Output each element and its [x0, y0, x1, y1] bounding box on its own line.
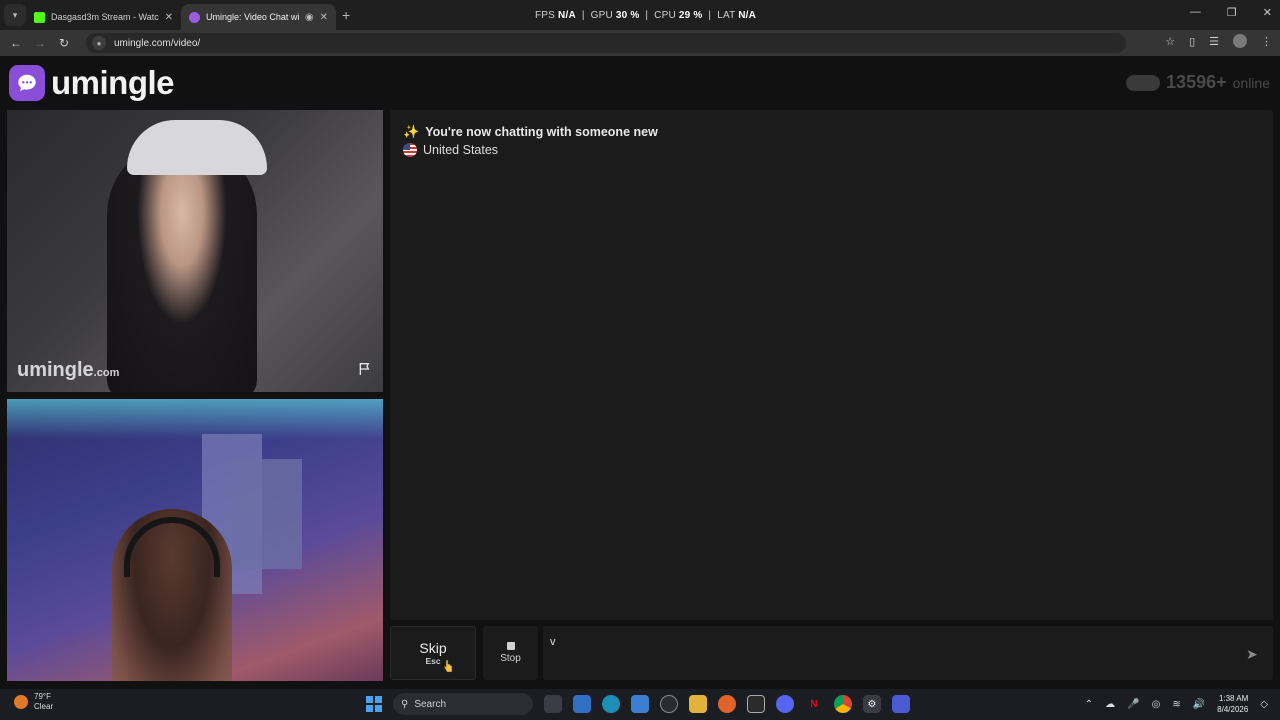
new-tab-button[interactable]: + [342, 7, 350, 23]
address-bar-row: ← → ↻ ● umingle.com/video/ ☆ ▯ ☰ ⋮ [0, 30, 1280, 56]
stranger-person-shape [107, 140, 257, 392]
discord-icon[interactable] [776, 695, 794, 713]
maximize-icon[interactable]: ❐ [1227, 6, 1237, 19]
kick-favicon-icon [34, 11, 45, 23]
us-flag-icon [403, 143, 417, 157]
minimize-icon[interactable]: — [1190, 6, 1201, 19]
media-controls-icon[interactable]: ☰ [1209, 35, 1219, 48]
chat-bubble-icon [9, 65, 45, 101]
umingle-favicon-icon [189, 11, 200, 23]
taskbar-search[interactable]: ⚲ Search [393, 693, 533, 715]
reload-icon[interactable]: ↻ [52, 36, 76, 50]
stranger-video: umingle.com [7, 110, 383, 392]
back-arrow-icon[interactable]: ← [4, 36, 28, 50]
browser-menu-icon[interactable]: ⋮ [1261, 35, 1272, 48]
stop-button[interactable]: Stop [483, 626, 538, 680]
skip-label: Skip [419, 640, 447, 656]
sparkle-icon: ✨ [403, 124, 420, 139]
profile-avatar[interactable] [1233, 34, 1247, 48]
system-tray: ⌃ ☁ 🎤 ◎ ≋ 🔊 1:38 AM 8/4/2026 ◇ [1085, 693, 1268, 715]
skip-shortcut-key: Esc [425, 656, 441, 666]
system-clock[interactable]: 1:38 AM 8/4/2026 [1217, 693, 1248, 715]
logo-text: umingle [51, 64, 175, 101]
settings-gear-icon[interactable]: ⚙ [863, 695, 881, 713]
firefox-icon[interactable] [718, 695, 736, 713]
wifi-icon[interactable]: ≋ [1172, 699, 1180, 710]
online-counter: 13596+ online [1126, 72, 1270, 93]
chat-status-message: ✨ You're now chatting with someone new [403, 124, 658, 139]
volume-icon[interactable]: 🔊 [1193, 699, 1205, 710]
extensions-icon[interactable]: ▯ [1189, 35, 1195, 48]
performance-overlay: FPS N/A | GPU 30 % | CPU 29 % | LAT N/A [535, 10, 757, 21]
send-icon[interactable]: ➤ [1246, 646, 1258, 663]
theme-toggle[interactable] [1126, 74, 1161, 91]
notifications-icon[interactable]: ◇ [1260, 699, 1268, 710]
netflix-icon[interactable]: N [805, 695, 823, 713]
edge-browser-icon[interactable] [602, 695, 620, 713]
epic-games-icon[interactable] [747, 695, 765, 713]
background-poster-shape [232, 459, 302, 569]
skip-button[interactable]: Skip Esc [390, 626, 476, 680]
weather-condition: Clear [34, 702, 54, 711]
microphone-icon[interactable]: 🎤 [1127, 699, 1139, 710]
stop-label: Stop [500, 653, 521, 664]
chat-panel: ✨ You're now chatting with someone new U… [390, 110, 1273, 620]
stranger-location: United States [403, 143, 498, 157]
hand-cursor-icon [443, 659, 453, 673]
file-explorer-icon[interactable] [689, 695, 707, 713]
url-field[interactable]: ● umingle.com/video/ [86, 33, 1126, 53]
forward-arrow-icon[interactable]: → [28, 36, 52, 50]
audio-icon[interactable]: ◉ [305, 12, 314, 23]
windows-taskbar: 79°F Clear ⚲ Search N ⚙ ⌃ ☁ 🎤 ◎ ≋ 🔊 1:38… [0, 689, 1280, 720]
app-blue-icon[interactable] [892, 695, 910, 713]
stop-icon [506, 642, 515, 650]
umingle-logo[interactable]: umingle [9, 64, 175, 102]
sync-app-icon[interactable] [660, 695, 678, 713]
tab-kick-stream[interactable]: Dasgasd3m Stream - Watch Live ✕ [26, 4, 181, 30]
led-light-glow [7, 399, 383, 439]
photos-app-icon[interactable] [631, 695, 649, 713]
close-tab-icon[interactable]: ✕ [320, 12, 328, 23]
tray-chevron-up-icon[interactable]: ⌃ [1085, 699, 1093, 710]
site-info-icon[interactable]: ● [92, 36, 106, 50]
mail-app-icon[interactable] [573, 695, 591, 713]
video-watermark: umingle.com [17, 359, 120, 381]
weather-widget[interactable]: 79°F Clear [14, 692, 53, 712]
vpn-icon[interactable]: ◎ [1152, 699, 1161, 710]
tab-search-button[interactable]: ▾ [4, 4, 26, 26]
stranger-cap-shape [127, 120, 267, 175]
chrome-icon[interactable] [834, 695, 852, 713]
message-input[interactable] [543, 626, 1273, 680]
close-tab-icon[interactable]: ✕ [165, 12, 173, 23]
taskbar-apps: ⚲ Search N ⚙ [366, 693, 910, 715]
task-view-icon[interactable] [544, 695, 562, 713]
close-window-icon[interactable]: ✕ [1263, 6, 1272, 19]
report-flag-icon[interactable] [357, 361, 373, 382]
tab-title: Umingle: Video Chat with St [206, 12, 299, 22]
url-text: umingle.com/video/ [114, 37, 201, 49]
online-count: 13596+ [1166, 72, 1227, 92]
toolbar-right: ☆ ▯ ☰ ⋮ [1165, 34, 1272, 48]
temperature: 79°F [34, 692, 51, 701]
weather-icon [14, 695, 28, 709]
tab-umingle[interactable]: Umingle: Video Chat with St ◉ ✕ [181, 4, 336, 30]
bookmark-star-icon[interactable]: ☆ [1165, 35, 1175, 48]
site-header: umingle 13596+ online [0, 58, 1280, 108]
window-controls: — ❐ ✕ [1190, 6, 1272, 19]
onedrive-icon[interactable]: ☁ [1105, 699, 1115, 710]
self-video [7, 399, 383, 681]
tab-title: Dasgasd3m Stream - Watch Live [51, 12, 159, 22]
search-icon: ⚲ [401, 698, 409, 710]
online-label: online [1232, 74, 1270, 91]
windows-start-icon[interactable] [366, 696, 382, 712]
